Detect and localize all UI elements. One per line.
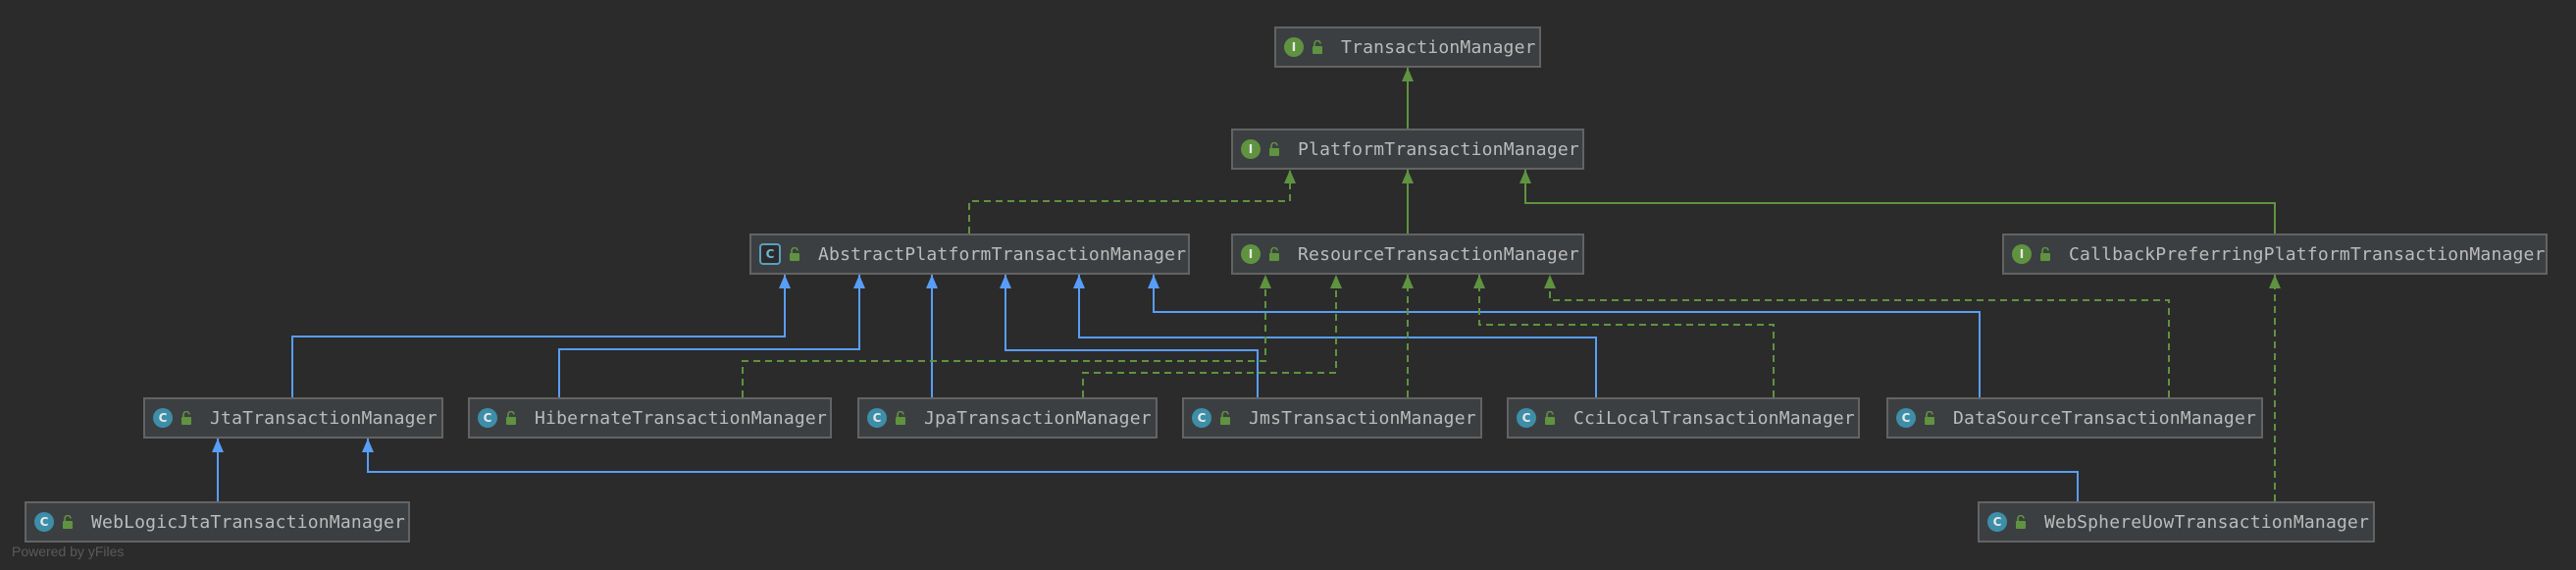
node-label: PlatformTransactionManager bbox=[1298, 138, 1579, 160]
node-label: WebLogicJtaTransactionManager bbox=[91, 511, 406, 533]
node-label: JmsTransactionManager bbox=[1249, 407, 1476, 429]
node-jms-transaction-manager[interactable]: C JmsTransactionManager bbox=[1182, 397, 1482, 439]
node-label: WebSphereUowTransactionManager bbox=[2044, 511, 2370, 533]
interface-icon: I bbox=[1241, 244, 1261, 264]
edge-callback-preferring-platform-transaction-manager-to-platform-transaction-manager bbox=[1520, 170, 2276, 233]
public-lock-icon bbox=[1219, 411, 1231, 425]
interface-icon: I bbox=[1284, 37, 1304, 57]
node-abstract-platform-transaction-manager[interactable]: C AbstractPlatformTransactionManager bbox=[749, 233, 1190, 275]
node-platform-transaction-manager[interactable]: I PlatformTransactionManager bbox=[1231, 129, 1584, 170]
node-label: CciLocalTransactionManager bbox=[1573, 407, 1855, 429]
public-lock-icon bbox=[505, 411, 517, 425]
node-label: JtaTransactionManager bbox=[210, 407, 438, 429]
edge-jpa-transaction-manager-to-resource-transaction-manager bbox=[1082, 275, 1342, 397]
node-label: TransactionManager bbox=[1341, 36, 1536, 58]
node-callback-preferring-platform-transaction-manager[interactable]: I CallbackPreferringPlatformTransactionMa… bbox=[2002, 233, 2548, 275]
public-lock-icon bbox=[62, 515, 74, 529]
node-resource-transaction-manager[interactable]: I ResourceTransactionManager bbox=[1231, 233, 1584, 275]
node-label: HibernateTransactionManager bbox=[535, 407, 827, 429]
interface-icon: I bbox=[2012, 244, 2032, 264]
node-jta-transaction-manager[interactable]: C JtaTransactionManager bbox=[143, 397, 443, 439]
public-lock-icon bbox=[1268, 247, 1280, 261]
abstract-class-icon: C bbox=[759, 243, 781, 265]
edge-hibernate-transaction-manager-to-resource-transaction-manager bbox=[742, 275, 1271, 397]
class-icon: C bbox=[1896, 408, 1916, 428]
node-label: AbstractPlatformTransactionManager bbox=[818, 243, 1187, 265]
node-label: ResourceTransactionManager bbox=[1298, 243, 1579, 265]
class-icon: C bbox=[478, 408, 497, 428]
edge-jms-transaction-manager-to-abstract-platform-transaction-manager bbox=[1000, 275, 1259, 397]
edge-web-sphere-uow-transaction-manager-to-jta-transaction-manager bbox=[362, 439, 2079, 501]
node-web-logic-jta-transaction-manager[interactable]: C WebLogicJtaTransactionManager bbox=[25, 501, 410, 543]
public-lock-icon bbox=[1268, 142, 1280, 156]
node-label: DataSourceTransactionManager bbox=[1953, 407, 2257, 429]
edge-jta-transaction-manager-to-abstract-platform-transaction-manager bbox=[291, 275, 791, 397]
node-jpa-transaction-manager[interactable]: C JpaTransactionManager bbox=[857, 397, 1158, 439]
edge-abstract-platform-transaction-manager-to-platform-transaction-manager bbox=[968, 170, 1296, 233]
public-lock-icon bbox=[2039, 247, 2051, 261]
public-lock-icon bbox=[1312, 40, 1323, 54]
public-lock-icon bbox=[180, 411, 192, 425]
public-lock-icon bbox=[1924, 411, 1935, 425]
class-icon: C bbox=[153, 408, 173, 428]
footer-watermark: Powered by yFiles bbox=[12, 544, 125, 559]
public-lock-icon bbox=[1544, 411, 1556, 425]
public-lock-icon bbox=[895, 411, 906, 425]
class-icon: C bbox=[1987, 512, 2007, 532]
edges-layer bbox=[212, 68, 2281, 501]
public-lock-icon bbox=[2015, 515, 2027, 529]
class-icon: C bbox=[1517, 408, 1536, 428]
diagram-canvas: Powered by yFiles I TransactionManager I Pl… bbox=[0, 0, 2576, 570]
class-icon: C bbox=[867, 408, 887, 428]
node-transaction-manager[interactable]: I TransactionManager bbox=[1274, 26, 1541, 68]
edge-cci-local-transaction-manager-to-abstract-platform-transaction-manager bbox=[1073, 275, 1597, 397]
edge-data-source-transaction-manager-to-resource-transaction-manager bbox=[1544, 275, 2170, 397]
public-lock-icon bbox=[789, 247, 800, 261]
class-icon: C bbox=[34, 512, 54, 532]
edge-data-source-transaction-manager-to-abstract-platform-transaction-manager bbox=[1148, 275, 1981, 397]
node-label: JpaTransactionManager bbox=[924, 407, 1152, 429]
node-cci-local-transaction-manager[interactable]: C CciLocalTransactionManager bbox=[1507, 397, 1860, 439]
class-icon: C bbox=[1192, 408, 1211, 428]
node-web-sphere-uow-transaction-manager[interactable]: C WebSphereUowTransactionManager bbox=[1978, 501, 2375, 543]
node-data-source-transaction-manager[interactable]: C DataSourceTransactionManager bbox=[1886, 397, 2263, 439]
interface-icon: I bbox=[1241, 139, 1261, 159]
node-hibernate-transaction-manager[interactable]: C HibernateTransactionManager bbox=[468, 397, 832, 439]
node-label: CallbackPreferringPlatformTransactionMan… bbox=[2069, 243, 2546, 265]
edge-cci-local-transaction-manager-to-resource-transaction-manager bbox=[1473, 275, 1775, 397]
